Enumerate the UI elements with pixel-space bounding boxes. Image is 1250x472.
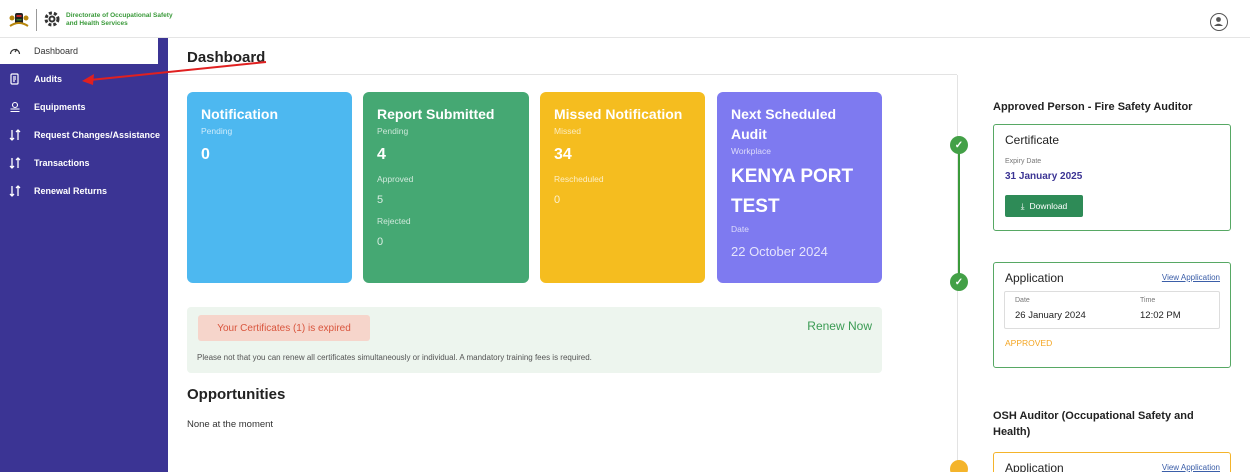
sidebar-item-renewal-returns[interactable]: Renewal Returns <box>0 178 168 204</box>
report-submitted-card[interactable]: Report Submitted Pending 4 Approved 5 Re… <box>363 92 529 283</box>
check-icon: ✓ <box>950 136 968 154</box>
logo-divider <box>36 9 37 31</box>
view-application-link[interactable]: View Application <box>1162 463 1220 472</box>
notification-card[interactable]: Notification Pending 0 <box>187 92 352 283</box>
expired-badge: Your Certificates (1) is expired <box>198 315 370 341</box>
gear-icon <box>44 11 60 27</box>
sidebar-item-equipments[interactable]: Equipments <box>0 94 168 120</box>
certificate-expired-alert: Your Certificates (1) is expired Renew N… <box>187 307 882 373</box>
check-icon: ✓ <box>950 273 968 291</box>
gear-stack-icon <box>9 101 21 113</box>
section-title-fire-safety-auditor: Approved Person - Fire Safety Auditor <box>993 101 1193 113</box>
download-button[interactable]: ⤓ Download <box>1005 195 1083 217</box>
annotation-arrow <box>82 61 267 85</box>
application-date-time-box: Date 26 January 2024 Time 12:02 PM <box>1004 291 1220 329</box>
download-icon: ⤓ <box>1020 200 1025 211</box>
sidebar-item-request-changes[interactable]: Request Changes/Assistance <box>0 122 168 148</box>
title-divider <box>168 74 957 75</box>
timeline-line <box>958 146 960 282</box>
transfer-icon <box>9 185 21 197</box>
application-card: Application View Application Date 26 Jan… <box>993 262 1231 368</box>
user-avatar-icon[interactable] <box>1210 13 1228 31</box>
transfer-icon <box>9 129 21 141</box>
next-scheduled-audit-card[interactable]: Next Scheduled Audit Workplace KENYA POR… <box>717 92 882 283</box>
pending-dot-icon <box>950 460 968 472</box>
certificate-card: Certificate Expiry Date 31 January 2025 … <box>993 124 1231 231</box>
organization-name[interactable]: Directorate of Occupational Safety and H… <box>66 12 176 28</box>
status-badge: APPROVED <box>1005 338 1053 348</box>
renew-now-link[interactable]: Renew Now <box>807 319 872 333</box>
top-bar: Directorate of Occupational Safety and H… <box>0 0 1250 38</box>
alert-note: Please not that you can renew all certif… <box>197 353 592 362</box>
sidebar-item-transactions[interactable]: Transactions <box>0 150 168 176</box>
kenya-coat-of-arms-icon <box>9 13 29 27</box>
opportunities-heading: Opportunities <box>187 386 286 403</box>
missed-notification-card[interactable]: Missed Notification Missed 34 Reschedule… <box>540 92 705 283</box>
sidebar: Dashboard Audits Equipments Request Chan… <box>0 38 168 472</box>
opportunities-empty-text: None at the moment <box>187 419 274 430</box>
transfer-icon <box>9 157 21 169</box>
section-title-osh-auditor: OSH Auditor (Occupational Safety and Hea… <box>993 410 1194 438</box>
document-icon <box>9 73 21 85</box>
gauge-icon <box>9 45 21 57</box>
view-application-link[interactable]: View Application <box>1162 273 1220 282</box>
application-card-pending: Application View Application <box>993 452 1231 472</box>
